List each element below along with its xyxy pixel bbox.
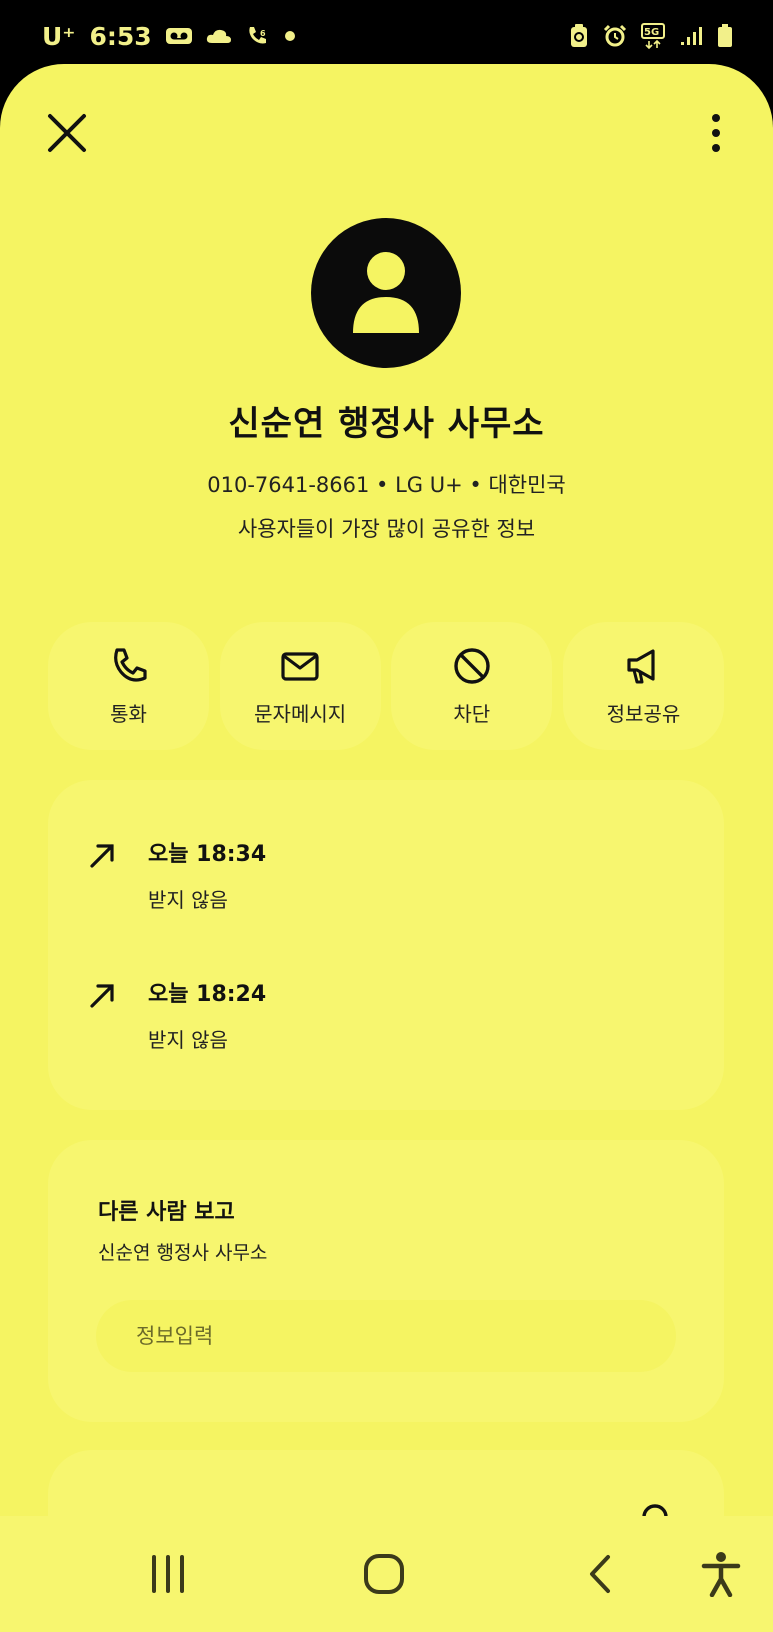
- wifi-calling-icon: 6: [246, 24, 270, 48]
- voicemail-icon: [165, 27, 192, 45]
- home-icon: [364, 1554, 404, 1594]
- accessibility-button[interactable]: [676, 1516, 766, 1632]
- carrier-label: U⁺: [42, 21, 76, 51]
- avatar: [311, 218, 461, 368]
- signal-icon: [681, 26, 703, 46]
- network-type-label: 5G: [644, 27, 659, 38]
- back-button[interactable]: [556, 1516, 646, 1632]
- block-icon: [454, 647, 490, 684]
- outgoing-call-arrow-icon: [90, 984, 114, 1008]
- recycle-icon: [569, 24, 589, 48]
- contact-name: 신순연 행정사 사무소: [228, 404, 545, 444]
- call-time: 오늘 18:24: [148, 982, 267, 1007]
- more-vertical-icon: [712, 114, 720, 152]
- navigation-bar: [0, 1516, 773, 1632]
- share-info-button[interactable]: 정보공유: [562, 622, 724, 750]
- outgoing-call-arrow-icon: [90, 844, 114, 868]
- clock: 6:53: [89, 21, 152, 51]
- contact-info: 010-7641-8661 • LG U+ • 대한민국: [207, 473, 566, 497]
- recent-apps-button[interactable]: [123, 1516, 213, 1632]
- back-chevron-icon: [590, 1555, 610, 1593]
- svg-text:6: 6: [260, 29, 266, 38]
- contact-source: 사용자들이 가장 많이 공유한 정보: [237, 517, 536, 541]
- call-history-card: 오늘 18:34 받지 않음 오늘 18:24 받지 않음: [48, 780, 724, 1110]
- close-button[interactable]: [42, 108, 92, 158]
- block-button[interactable]: 차단: [391, 622, 553, 750]
- call-status: 받지 않음: [148, 888, 228, 912]
- person-icon: [353, 252, 419, 333]
- more-options-button[interactable]: [701, 108, 731, 158]
- call-history-item[interactable]: 오늘 18:24 받지 않음: [48, 976, 724, 1076]
- 5g-icon: 5G: [641, 23, 667, 49]
- other-people-card: 다른 사람 보고 신순연 행정사 사무소: [48, 1140, 724, 1422]
- notification-dot-icon: [284, 30, 296, 42]
- call-history-item[interactable]: 오늘 18:34 받지 않음: [48, 836, 724, 936]
- message-label: 문자메시지: [254, 701, 347, 726]
- megaphone-icon: [627, 648, 656, 683]
- action-row: 통화 문자메시지 차단 정보공유: [48, 622, 724, 750]
- call-button[interactable]: 통화: [48, 622, 209, 750]
- home-button[interactable]: [339, 1516, 429, 1632]
- message-icon: [281, 651, 319, 681]
- alarm-icon: [603, 24, 627, 48]
- message-button[interactable]: 문자메시지: [219, 622, 381, 750]
- call-status: 받지 않음: [148, 1028, 228, 1052]
- recent-apps-icon: [152, 1555, 184, 1593]
- info-input[interactable]: [96, 1300, 676, 1372]
- share-info-label: 정보공유: [606, 701, 681, 726]
- other-people-title: 다른 사람 보고: [98, 1200, 235, 1225]
- other-people-subtitle: 신순연 행정사 사무소: [98, 1242, 268, 1264]
- top-actions: [42, 108, 731, 158]
- call-label: 통화: [110, 701, 147, 726]
- status-bar: U⁺ 6:53 6 5G: [0, 0, 773, 72]
- contact-detail-sheet: 신순연 행정사 사무소 010-7641-8661 • LG U+ • 대한민국…: [0, 64, 773, 1632]
- phone-icon: [113, 647, 147, 682]
- accessibility-icon: [701, 1552, 741, 1597]
- close-icon: [48, 114, 86, 152]
- battery-icon: [717, 24, 733, 48]
- cloud-icon: [206, 27, 232, 45]
- block-label: 차단: [453, 701, 491, 726]
- call-time: 오늘 18:34: [148, 842, 267, 867]
